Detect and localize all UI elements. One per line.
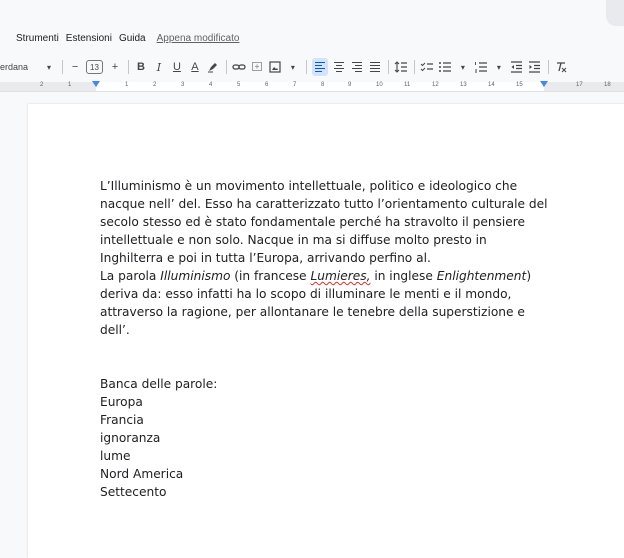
font-size-input[interactable]: 13: [86, 60, 103, 74]
etymology-text: in inglese: [370, 269, 437, 283]
ruler-left-margin: [0, 82, 96, 91]
word-bank-title: Banca delle parole:: [100, 377, 218, 391]
ruler-label: 1: [125, 82, 129, 88]
decrease-indent-icon[interactable]: [510, 58, 524, 76]
bold-button[interactable]: B: [134, 58, 148, 76]
toolbar-divider: [547, 60, 549, 74]
paragraph-intro: L’Illuminismo è un movimento intellettua…: [100, 179, 548, 265]
italic-button[interactable]: I: [152, 58, 166, 76]
ruler-label: 11: [404, 82, 411, 88]
word-bank-item: Francia: [100, 413, 144, 427]
toolbar-divider: [305, 60, 307, 74]
ruler-label: 6: [265, 82, 269, 88]
comment-icon[interactable]: [250, 58, 264, 76]
etymology-text: La parola: [100, 269, 161, 283]
ruler-label: 5: [237, 82, 241, 88]
ruler-label: 2: [153, 82, 157, 88]
document-page[interactable]: L’Illuminismo è un movimento intellettua…: [28, 104, 624, 558]
ruler-label: 18: [604, 82, 611, 88]
bulleted-list-icon[interactable]: [438, 58, 452, 76]
ruler-label: 10: [376, 82, 383, 88]
link-icon[interactable]: [232, 58, 246, 76]
menu-tools[interactable]: Strumenti: [16, 33, 59, 44]
term-illuminismo: Illuminismo: [160, 269, 231, 283]
increase-font-size-button[interactable]: +: [108, 58, 122, 76]
toolbar-divider: [62, 60, 64, 74]
checklist-icon[interactable]: [420, 58, 434, 76]
bullet-dropdown-icon[interactable]: ▾: [456, 58, 470, 76]
line-spacing-icon[interactable]: [394, 58, 408, 76]
word-bank-item: ignoranza: [100, 431, 161, 445]
etymology-text: (in francese: [230, 269, 311, 283]
ruler-label: 15: [516, 82, 523, 88]
highlight-icon[interactable]: [206, 58, 220, 76]
term-lumieres[interactable]: Lumieres,: [310, 269, 370, 283]
numbered-dropdown-icon[interactable]: ▾: [492, 58, 506, 76]
ruler-label: 8: [321, 82, 325, 88]
menu-extensions[interactable]: Estensioni: [66, 33, 112, 44]
ruler-content-area: [96, 82, 544, 91]
align-right-icon[interactable]: [350, 58, 364, 76]
image-dropdown-icon[interactable]: ▾: [286, 58, 300, 76]
ruler-label: 12: [432, 82, 439, 88]
ruler-right-margin: [544, 82, 624, 91]
menu-help[interactable]: Guida: [119, 33, 146, 44]
underline-button[interactable]: U: [170, 58, 184, 76]
word-bank-item: Europa: [100, 395, 143, 409]
toolbar-divider: [127, 60, 129, 74]
word-bank-item: Settecento: [100, 485, 167, 499]
align-center-icon[interactable]: [332, 58, 346, 76]
toolbar-divider: [387, 60, 389, 74]
ruler-label: 13: [460, 82, 467, 88]
ruler-label: 1: [68, 82, 72, 88]
term-enlightenment: Enlightenment: [436, 269, 527, 283]
insert-image-icon[interactable]: [268, 58, 282, 76]
align-left-icon[interactable]: [311, 58, 328, 76]
account-corner: [606, 0, 624, 26]
justify-icon[interactable]: [368, 58, 382, 76]
paragraph-etymology: La parola Illuminismo (in francese Lumie…: [100, 267, 550, 339]
ruler-label: 2: [40, 82, 44, 88]
word-bank-item: lume: [100, 449, 131, 463]
ruler-label: 3: [181, 82, 185, 88]
decrease-font-size-button[interactable]: −: [68, 58, 82, 76]
toolbar-divider: [413, 60, 415, 74]
font-family-select[interactable]: erdana: [0, 62, 28, 72]
ruler-label: 9: [348, 82, 352, 88]
numbered-list-icon[interactable]: [474, 58, 488, 76]
font-dropdown-icon[interactable]: ▾: [42, 58, 56, 76]
menu-items: Strumenti Estensioni Guida Appena modifi…: [16, 33, 239, 44]
ruler-label: 4: [209, 82, 213, 88]
right-indent-marker[interactable]: [540, 81, 548, 87]
ruler-label: 14: [488, 82, 495, 88]
ruler-label: 17: [576, 82, 583, 88]
ruler[interactable]: 2 1 1 2 3 4 5 6 7 8 9 10 11 12 13 14 15 …: [0, 80, 624, 92]
menu-bar: Strumenti Estensioni Guida Appena modifi…: [0, 0, 624, 52]
text-color-button[interactable]: A: [188, 58, 202, 76]
clear-formatting-icon[interactable]: [554, 58, 568, 76]
increase-indent-icon[interactable]: [528, 58, 542, 76]
toolbar-divider: [225, 60, 227, 74]
formatting-toolbar: erdana ▾ − 13 + B I U A ▾ ▾ ▾: [0, 57, 624, 77]
word-bank: Banca delle parole: Europa Francia ignor…: [100, 375, 550, 501]
document-body[interactable]: L’Illuminismo è un movimento intellettua…: [100, 177, 550, 501]
left-indent-marker[interactable]: [92, 81, 100, 87]
word-bank-item: Nord America: [100, 467, 184, 481]
last-edit-link[interactable]: Appena modificato: [157, 33, 240, 44]
ruler-label: 7: [293, 82, 297, 88]
